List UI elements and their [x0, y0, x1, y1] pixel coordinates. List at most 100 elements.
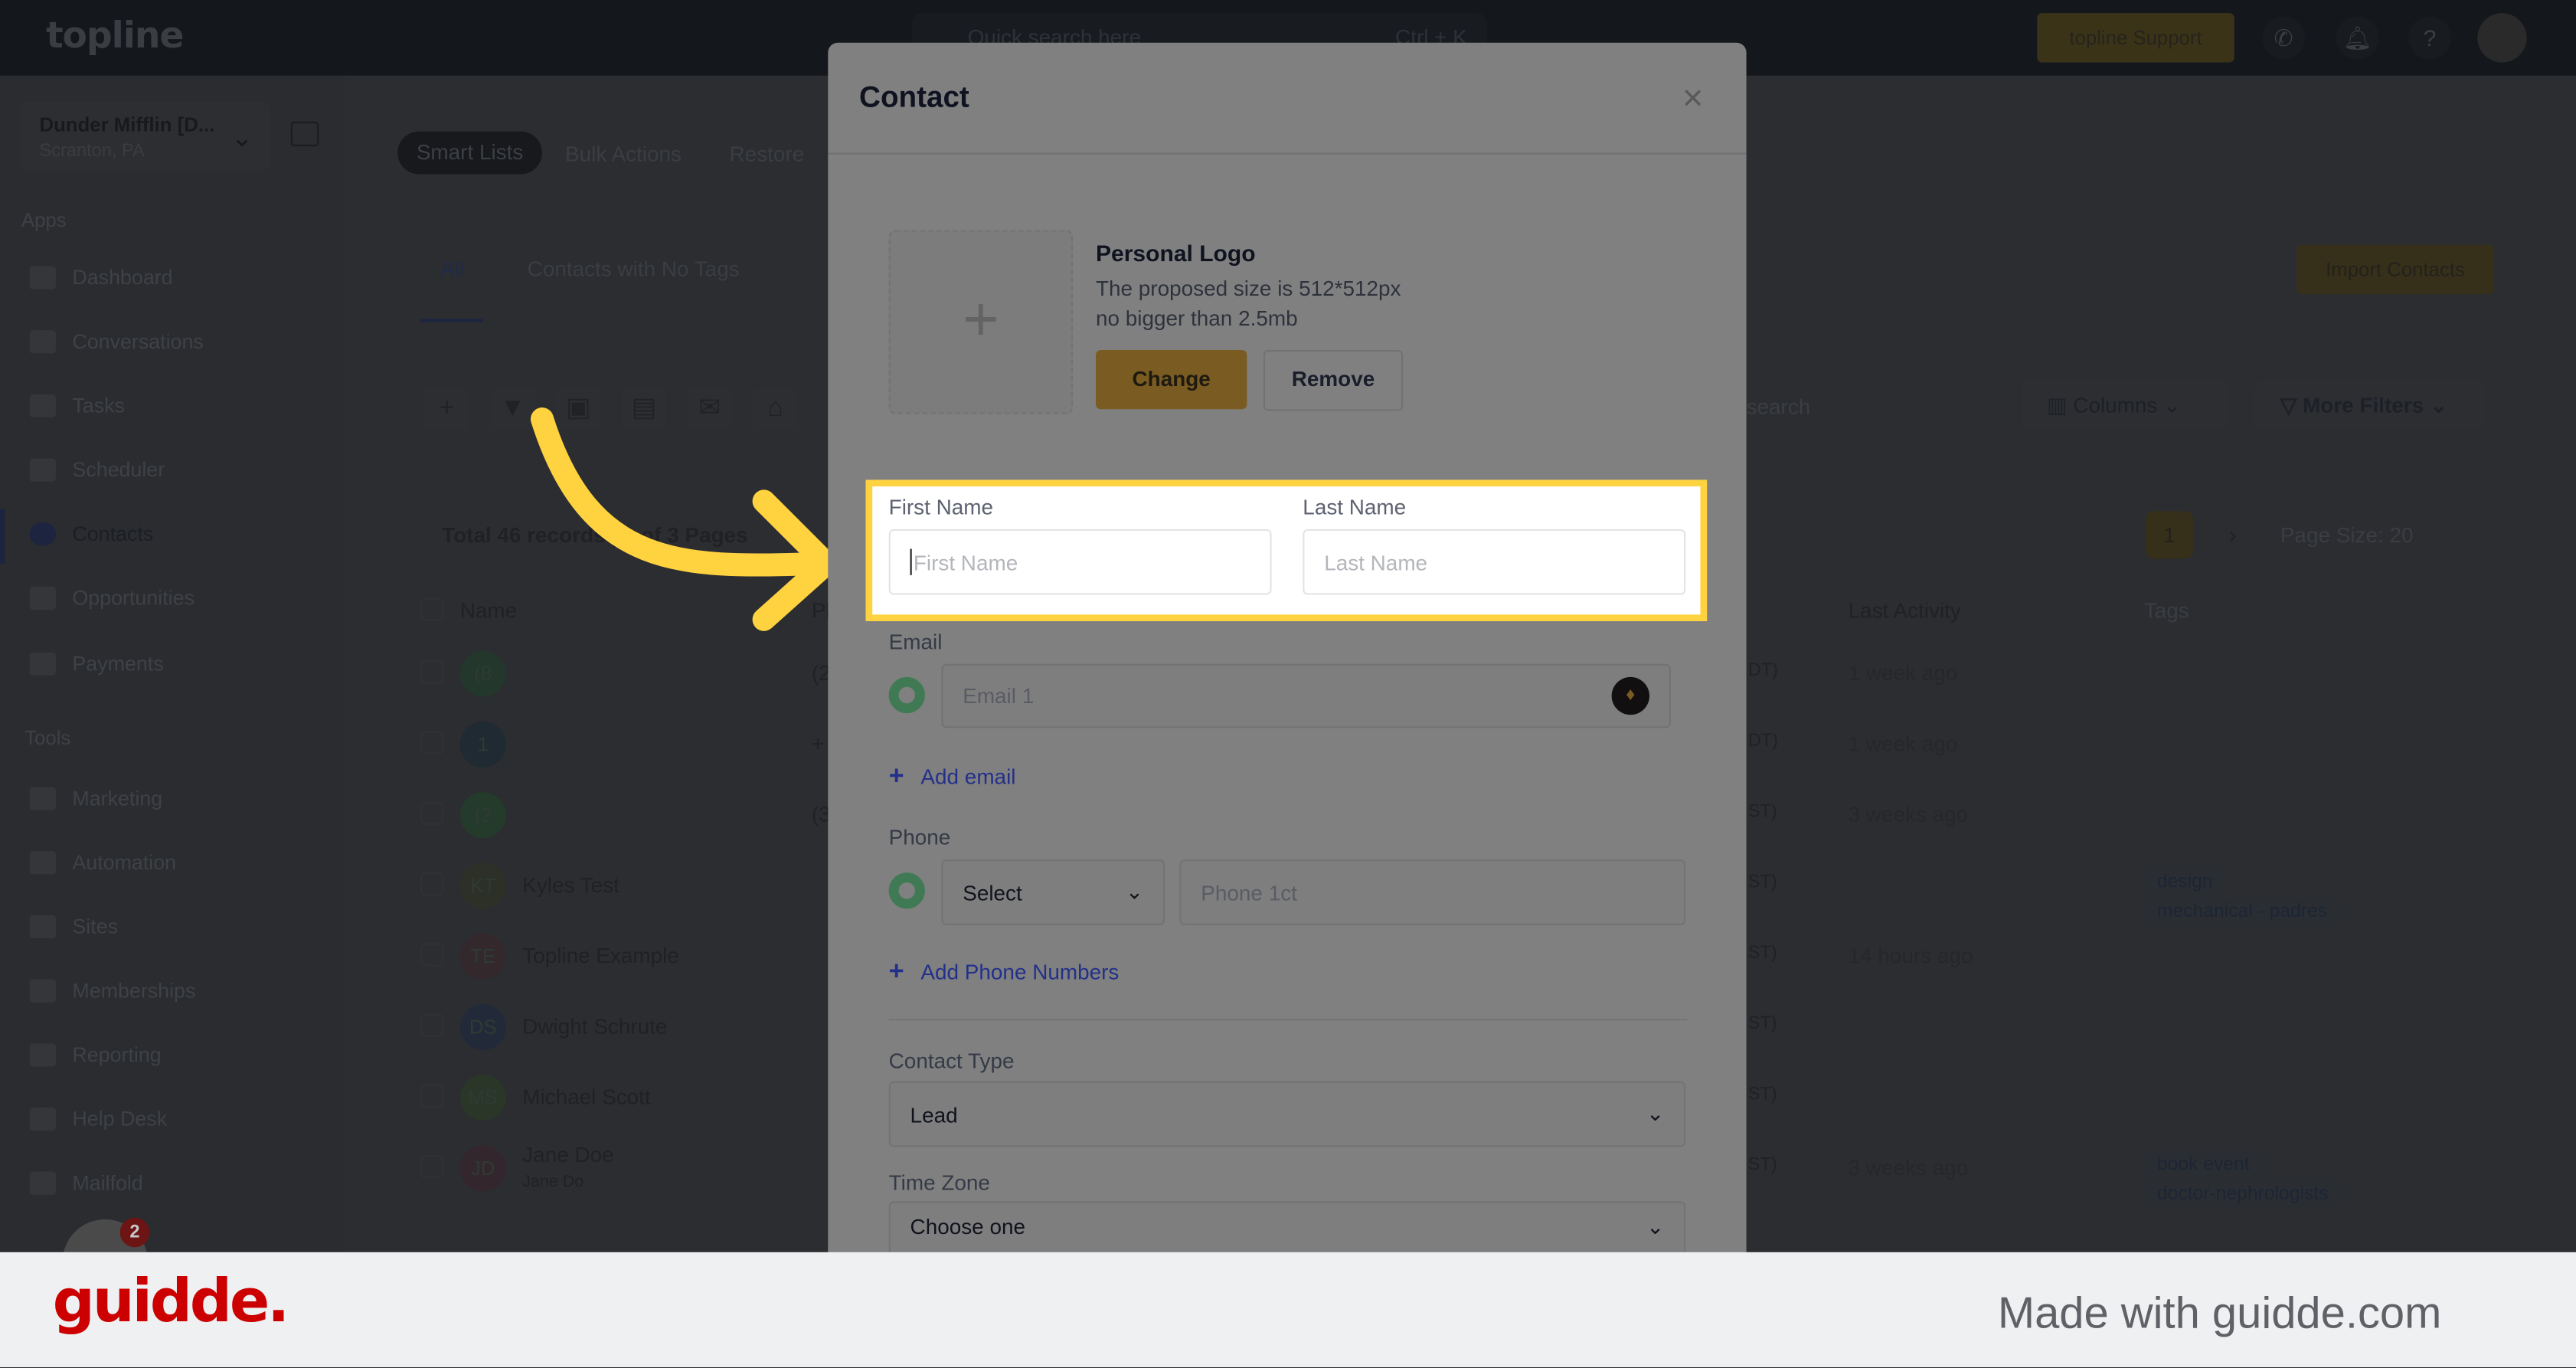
change-logo-button[interactable]: Change	[1095, 349, 1247, 410]
email-primary-radio[interactable]	[888, 676, 925, 714]
help-icon	[29, 1108, 56, 1131]
dashboard-icon	[29, 266, 56, 290]
logo-title: Personal Logo	[1095, 240, 1256, 267]
add-phone-link[interactable]: + Add Phone Numbers	[889, 958, 1120, 988]
notification-badge: 2	[119, 1217, 150, 1248]
row-checkbox[interactable]	[420, 801, 444, 825]
sidebar-item-mailfold[interactable]: Mailfold	[29, 1171, 143, 1195]
tools-heading: Tools	[25, 726, 71, 750]
sidebar-item-reporting[interactable]: Reporting	[29, 1043, 162, 1067]
close-icon[interactable]: ×	[1682, 77, 1704, 120]
row-checkbox[interactable]	[420, 872, 444, 896]
select-all-checkbox[interactable]	[420, 597, 444, 621]
location-switcher[interactable]: Dunder Mifflin [D... Scranton, PA ⌄	[19, 102, 270, 172]
mail-icon	[29, 1171, 56, 1195]
help-icon[interactable]: ?	[2408, 16, 2451, 60]
sidebar-item-help-desk[interactable]: Help Desk	[29, 1108, 167, 1131]
sidebar-item-contacts[interactable]: Contacts	[29, 522, 153, 546]
contact-name[interactable]: Kyles Test	[522, 872, 619, 897]
page-1-button[interactable]: 1	[2145, 511, 2194, 559]
logo-upload-plus-icon[interactable]: +	[888, 230, 1073, 414]
sidebar-item-automation[interactable]: Automation	[29, 851, 176, 875]
phone-select-value: Select	[963, 879, 1022, 905]
email-placeholder: Email 1	[963, 683, 1035, 709]
add-email-link[interactable]: + Add email	[889, 762, 1016, 792]
footer-bar: guidde. Made with guidde.com	[0, 1252, 2576, 1367]
contact-name[interactable]: Michael Scott	[522, 1085, 650, 1109]
tag-chip[interactable]: book event	[2143, 1150, 2263, 1180]
row-checkbox[interactable]	[420, 731, 444, 754]
contact-modal: Contact × + Personal Logo The proposed s…	[828, 42, 1747, 1292]
columns-label: Columns	[2073, 392, 2158, 417]
sidebar-item-sites[interactable]: Sites	[29, 915, 118, 939]
list-tab-no-tags[interactable]: Contacts with No Tags	[528, 257, 740, 281]
add-icon[interactable]: +	[423, 388, 470, 431]
sidebar-item-tasks[interactable]: Tasks	[29, 394, 125, 417]
sidebar-item-dashboard[interactable]: Dashboard	[29, 266, 173, 290]
target-icon	[29, 586, 56, 610]
password-manager-icon[interactable]: ♦	[1611, 676, 1649, 715]
phone-input[interactable]: Phone 1ct	[1179, 859, 1686, 925]
email-input[interactable]: Email 1 ♦	[941, 663, 1671, 728]
contact-timezone: DT)	[1747, 731, 1779, 751]
import-contacts-button[interactable]: Import Contacts	[2296, 244, 2494, 295]
sidebar-toggle-icon[interactable]	[290, 121, 319, 146]
row-checkbox[interactable]	[420, 943, 444, 967]
logo-hint-size: The proposed size is 512*512px	[1095, 276, 1401, 301]
sidebar-item-label: Mailfold	[72, 1171, 143, 1195]
row-checkbox[interactable]	[420, 1084, 444, 1108]
list-tab-all[interactable]: All	[440, 257, 464, 281]
sidebar-item-label: Tasks	[72, 394, 125, 417]
remove-logo-button[interactable]: Remove	[1263, 349, 1404, 411]
user-avatar[interactable]	[2477, 13, 2527, 63]
contact-timezone: ST)	[1747, 943, 1777, 964]
sidebar-item-payments[interactable]: Payments	[29, 652, 164, 676]
next-page-icon[interactable]: ›	[2210, 511, 2256, 558]
chevron-down-icon: ⌄	[1125, 879, 1144, 904]
contact-name[interactable]: Dwight Schrute	[522, 1014, 667, 1039]
first-name-input[interactable]: First Name	[888, 529, 1272, 595]
row-checkbox[interactable]	[420, 1155, 444, 1179]
contact-timezone: ST)	[1747, 1155, 1777, 1175]
bell-icon[interactable]: 🔔︎	[2336, 16, 2379, 60]
tasks-icon	[29, 394, 56, 417]
search-input[interactable]: search	[1747, 394, 1811, 419]
sidebar-item-scheduler[interactable]: Scheduler	[29, 458, 165, 482]
contact-timezone: ST)	[1747, 872, 1777, 892]
pie-icon	[29, 1043, 56, 1067]
tab-bulk-actions[interactable]: Bulk Actions	[565, 142, 682, 166]
add-phone-label: Add Phone Numbers	[920, 959, 1120, 985]
sidebar-item-label: Dashboard	[72, 266, 173, 290]
contact-name[interactable]: Topline Example	[522, 943, 679, 967]
contact-timezone: ST)	[1747, 801, 1777, 822]
first-name-label: First Name	[888, 494, 994, 519]
more-filters-button[interactable]: ▽ More Filters ⌄	[2254, 381, 2484, 431]
columns-button[interactable]: ▥ Columns ⌄	[2020, 381, 2228, 431]
row-checkbox[interactable]	[420, 660, 444, 684]
sidebar-item-memberships[interactable]: Memberships	[29, 979, 195, 1003]
tag-chip[interactable]: design	[2143, 867, 2226, 898]
last-activity-header[interactable]: Last Activity	[1849, 598, 1961, 623]
sidebar-item-opportunities[interactable]: Opportunities	[29, 586, 195, 610]
sidebar-item-marketing[interactable]: Marketing	[29, 787, 162, 810]
contact-phone: +	[811, 731, 825, 756]
tab-smart-lists[interactable]: Smart Lists	[397, 131, 542, 175]
sidebar-item-conversations[interactable]: Conversations	[29, 330, 204, 354]
phone-type-select[interactable]: Select ⌄	[941, 859, 1165, 925]
page-size-select[interactable]: Page Size: 20	[2280, 522, 2414, 547]
contact-name[interactable]: Jane Doe	[522, 1142, 613, 1167]
support-button[interactable]: topline Support	[2037, 13, 2234, 63]
chevron-down-icon: ⌄	[1646, 1214, 1665, 1239]
tag-chip[interactable]: doctor-nephrologists	[2143, 1180, 2342, 1210]
contact-type-value: Lead	[910, 1101, 958, 1127]
name-fields-highlight: First Name First Name Last Name Last Nam…	[865, 479, 1708, 621]
tab-restore[interactable]: Restore	[730, 142, 805, 166]
active-tab-underline	[420, 319, 483, 322]
row-checkbox[interactable]	[420, 1013, 444, 1037]
phone-icon[interactable]: ✆	[2262, 16, 2306, 60]
contact-type-select[interactable]: Lead ⌄	[888, 1081, 1686, 1147]
last-name-input[interactable]: Last Name	[1303, 529, 1686, 595]
last-name-label: Last Name	[1303, 494, 1407, 519]
phone-primary-radio[interactable]	[888, 872, 925, 909]
gears-icon	[29, 851, 56, 875]
